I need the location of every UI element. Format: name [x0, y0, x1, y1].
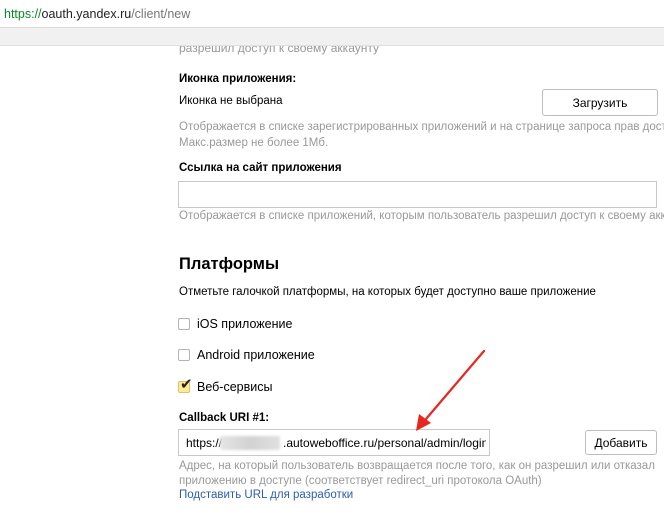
annotation-arrow — [416, 349, 486, 431]
address-url[interactable]: https://oauth.yandex.ru/client/new — [4, 7, 190, 21]
address-bar[interactable]: https://oauth.yandex.ru/client/new — [0, 0, 664, 28]
url-scheme: https:// — [4, 7, 42, 21]
browser-toolbar-strip — [0, 28, 664, 46]
url-host: oauth.yandex.ru — [41, 7, 132, 21]
app-form-page: разрешил доступ к своему аккаунту Иконка… — [0, 46, 664, 518]
annotation-arrow-shaft — [424, 349, 486, 421]
url-path: /client/new — [131, 7, 191, 21]
